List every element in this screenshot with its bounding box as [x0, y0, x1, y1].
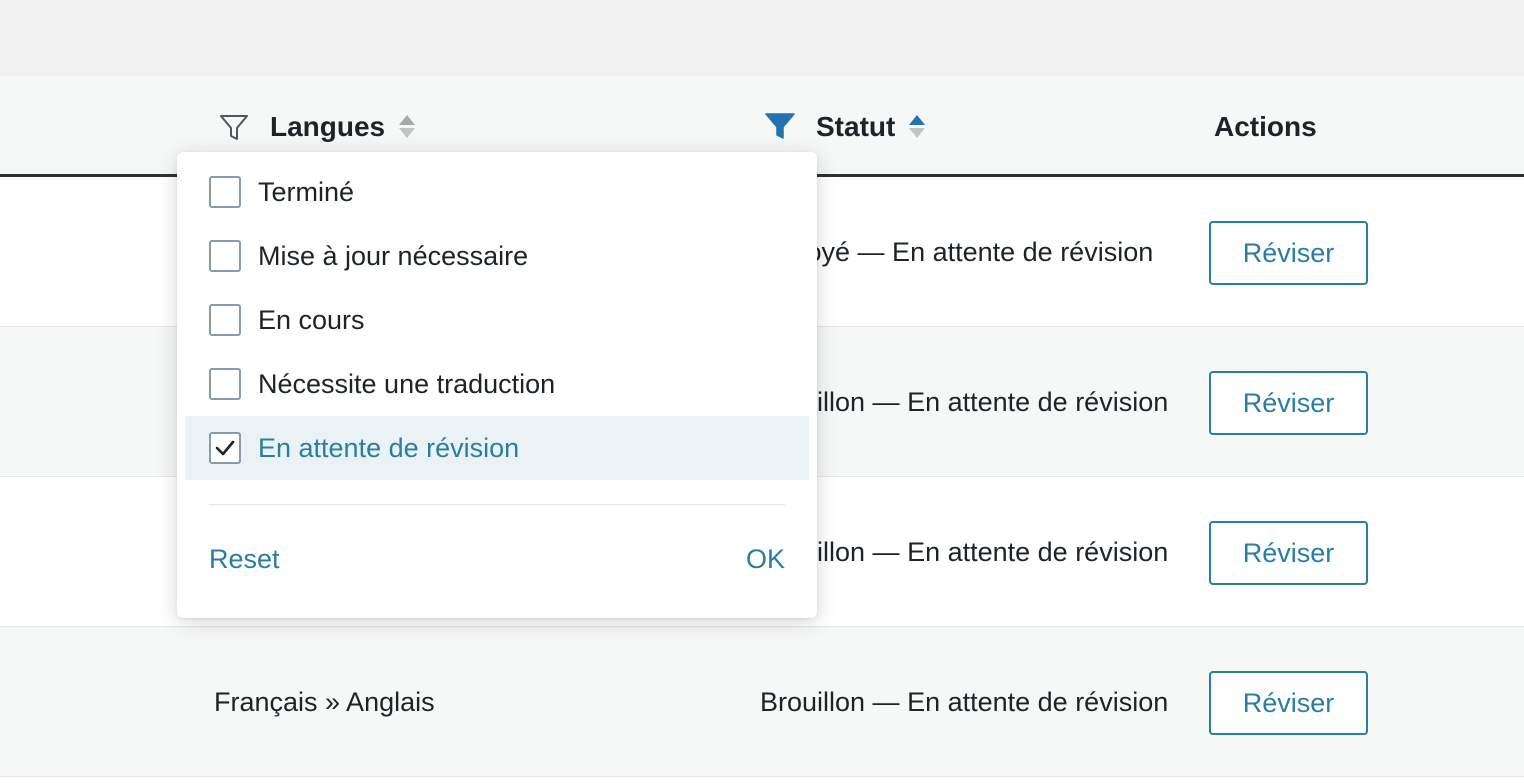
- filter-option-label: En cours: [258, 304, 365, 335]
- status-cell: Envoyé — En attente de révision: [760, 237, 1154, 267]
- column-header-label: Actions: [1214, 110, 1317, 142]
- sort-icon[interactable]: [399, 115, 416, 138]
- review-button[interactable]: Réviser: [1209, 671, 1368, 735]
- filter-option-label: Terminé: [258, 176, 355, 207]
- column-header-actions: Actions: [1214, 76, 1317, 177]
- filter-filled-icon[interactable]: [764, 112, 796, 142]
- column-header-label: Statut: [816, 110, 896, 142]
- language-cell: Français » Anglais: [214, 686, 435, 717]
- checkbox[interactable]: [209, 304, 241, 336]
- filter-option-needs-translation[interactable]: Nécessite une traduction: [185, 352, 809, 416]
- review-button[interactable]: Réviser: [1209, 521, 1368, 585]
- review-button[interactable]: Réviser: [1209, 371, 1368, 435]
- reset-link[interactable]: Reset: [209, 544, 280, 575]
- checkbox-checked[interactable]: [209, 432, 241, 464]
- checkbox[interactable]: [209, 368, 241, 400]
- filter-option-completed[interactable]: Terminé: [185, 160, 809, 224]
- filter-outline-icon[interactable]: [218, 112, 250, 142]
- status-cell: Brouillon — En attente de révision: [760, 687, 1169, 717]
- status-cell: Brouillon — En attente de révision: [760, 537, 1169, 567]
- divider: [209, 504, 785, 505]
- status-filter-dropdown: Terminé Mise à jour nécessaire En cours …: [177, 152, 817, 618]
- sort-icon[interactable]: [909, 115, 926, 138]
- checkbox[interactable]: [209, 240, 241, 272]
- ok-link[interactable]: OK: [746, 544, 785, 575]
- column-header-label: Langues: [270, 110, 386, 142]
- filter-option-in-progress[interactable]: En cours: [185, 288, 809, 352]
- filter-option-label: Mise à jour nécessaire: [258, 240, 529, 271]
- checkmark-icon: [215, 440, 235, 456]
- filter-option-label: Nécessite une traduction: [258, 368, 556, 399]
- table-row: Français » Anglais Brouillon — En attent…: [0, 627, 1524, 777]
- filter-option-label: En attente de révision: [258, 432, 520, 463]
- review-button[interactable]: Réviser: [1209, 221, 1368, 285]
- filter-option-update-needed[interactable]: Mise à jour nécessaire: [185, 224, 809, 288]
- filter-option-awaiting-review[interactable]: En attente de révision: [185, 416, 809, 480]
- checkbox[interactable]: [209, 176, 241, 208]
- status-cell: Brouillon — En attente de révision: [760, 387, 1169, 417]
